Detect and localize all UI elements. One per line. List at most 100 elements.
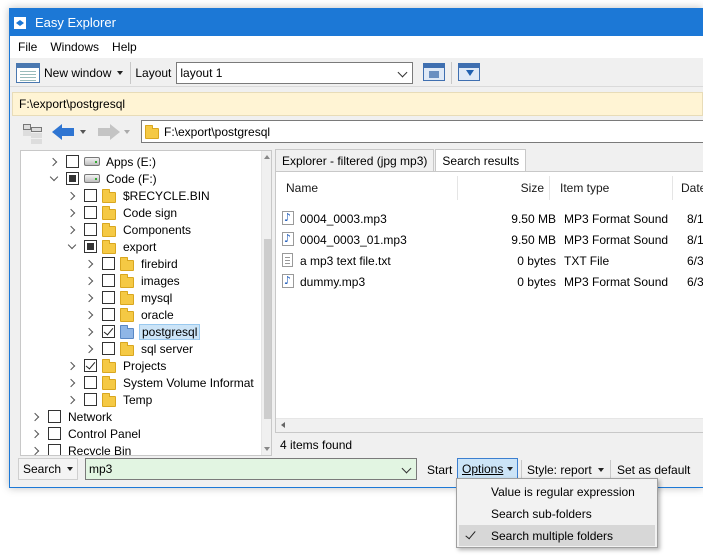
start-search-button[interactable]: Start xyxy=(427,460,452,480)
column-header-type[interactable]: Item type xyxy=(550,176,673,200)
tree-checkbox[interactable] xyxy=(84,376,97,389)
back-arrow-icon[interactable] xyxy=(52,122,76,142)
chevron-down-icon[interactable] xyxy=(67,242,77,252)
address-input[interactable]: F:\export\postgresql xyxy=(141,120,703,143)
chevron-right-icon[interactable] xyxy=(85,344,95,354)
tree-checkbox[interactable] xyxy=(102,274,115,287)
tree-item[interactable]: Temp xyxy=(67,391,154,408)
chevron-right-icon[interactable] xyxy=(31,412,41,422)
tree-checkbox[interactable] xyxy=(48,427,61,440)
menu-item-search-subfolders[interactable]: Search sub-folders xyxy=(459,503,655,524)
back-history-dropdown-icon[interactable] xyxy=(80,130,86,134)
chevron-right-icon[interactable] xyxy=(67,378,77,388)
menu-file[interactable]: File xyxy=(18,40,37,54)
tree-item[interactable]: sql server xyxy=(85,340,195,357)
chevron-right-icon[interactable] xyxy=(67,361,77,371)
tree-checkbox[interactable] xyxy=(102,342,115,355)
tree-item[interactable]: Code sign xyxy=(67,204,179,221)
column-header-name[interactable]: Name xyxy=(280,176,458,200)
layout-select[interactable]: layout 1 xyxy=(176,61,414,84)
tree-checkbox[interactable] xyxy=(84,223,97,236)
title-bar[interactable]: Easy Explorer xyxy=(10,9,703,36)
set-as-default-button[interactable]: Set as default xyxy=(617,460,690,480)
tree-item[interactable]: Apps (E:) xyxy=(49,153,158,170)
chevron-right-icon[interactable] xyxy=(67,225,77,235)
tree-checkbox[interactable] xyxy=(84,359,97,372)
chevron-right-icon[interactable] xyxy=(85,293,95,303)
new-window-dropdown-icon[interactable] xyxy=(117,70,124,75)
menu-item-search-multiple-folders[interactable]: Search multiple folders xyxy=(459,525,655,546)
tree-item[interactable]: System Volume Informat xyxy=(67,374,256,391)
chevron-right-icon[interactable] xyxy=(31,429,41,439)
tree-item[interactable]: export xyxy=(67,238,158,255)
scroll-thumb[interactable] xyxy=(264,239,271,419)
file-list[interactable]: Name Size Item type Date 0004_0003.mp3 9.… xyxy=(275,171,703,433)
style-dropdown-icon xyxy=(597,468,604,472)
menu-item-label: Search multiple folders xyxy=(491,528,614,543)
chevron-right-icon[interactable] xyxy=(85,310,95,320)
tree-checkbox[interactable] xyxy=(84,240,97,253)
tree-item[interactable]: Recycle Bin xyxy=(31,442,133,456)
folder-tree-icon[interactable] xyxy=(22,123,42,141)
tree-item[interactable]: Control Panel xyxy=(31,425,143,442)
chevron-down-icon[interactable] xyxy=(401,463,412,474)
load-layout-button[interactable] xyxy=(456,61,482,85)
tree-checkbox[interactable] xyxy=(48,444,61,455)
tree-item[interactable]: images xyxy=(85,272,182,289)
new-window-button[interactable]: New window xyxy=(13,61,126,85)
chevron-right-icon[interactable] xyxy=(31,446,41,456)
file-row[interactable]: a mp3 text file.txt 0 bytes TXT File 6/30/ xyxy=(280,252,703,271)
tree-item[interactable]: Network xyxy=(31,408,114,425)
menu-windows[interactable]: Windows xyxy=(50,40,99,54)
menu-item-regular-expression[interactable]: Value is regular expression xyxy=(459,481,655,502)
chevron-right-icon[interactable] xyxy=(85,327,95,337)
tree-checkbox[interactable] xyxy=(84,189,97,202)
file-row[interactable]: dummy.mp3 0 bytes MP3 Format Sound 6/30/ xyxy=(280,273,703,292)
search-input[interactable]: mp3 xyxy=(85,458,417,480)
forward-history-dropdown-icon[interactable] xyxy=(124,130,130,134)
tree-item[interactable]: postgresql xyxy=(85,323,201,340)
folder-tree[interactable]: Recycle Bin Control Panel Network Temp Syste… xyxy=(20,150,272,456)
file-row[interactable]: 0004_0003_01.mp3 9.50 MB MP3 Format Sound 8… xyxy=(280,231,703,250)
window-title: Easy Explorer xyxy=(35,15,116,30)
tree-checkbox[interactable] xyxy=(66,155,79,168)
chevron-right-icon[interactable] xyxy=(85,276,95,286)
scroll-up-icon[interactable] xyxy=(264,155,270,159)
tree-checkbox[interactable] xyxy=(102,325,115,338)
save-layout-button[interactable] xyxy=(421,61,447,85)
options-button[interactable]: Options xyxy=(457,458,519,480)
tree-item[interactable]: $RECYCLE.BIN xyxy=(67,187,212,204)
tree-item[interactable]: Code (F:) xyxy=(49,170,159,187)
file-row[interactable]: 0004_0003.mp3 9.50 MB MP3 Format Sound 8/16… xyxy=(280,210,703,229)
forward-arrow-icon[interactable] xyxy=(96,122,120,142)
scroll-left-icon[interactable] xyxy=(281,422,285,428)
tree-item[interactable]: mysql xyxy=(85,289,174,306)
tree-item[interactable]: Projects xyxy=(67,357,168,374)
chevron-right-icon[interactable] xyxy=(49,157,59,167)
tree-scrollbar[interactable] xyxy=(261,151,271,455)
tree-checkbox[interactable] xyxy=(48,410,61,423)
style-button[interactable]: Style: report xyxy=(527,460,604,480)
tree-checkbox[interactable] xyxy=(102,257,115,270)
tree-checkbox[interactable] xyxy=(102,308,115,321)
tree-checkbox[interactable] xyxy=(102,291,115,304)
search-mode-button[interactable]: Search xyxy=(18,458,79,480)
column-header-size[interactable]: Size xyxy=(458,176,550,200)
tab-search-results[interactable]: Search results xyxy=(435,149,527,172)
tree-item[interactable]: oracle xyxy=(85,306,176,323)
column-header-date[interactable]: Date xyxy=(673,176,703,200)
list-horizontal-scrollbar[interactable] xyxy=(276,418,703,432)
scroll-down-icon[interactable] xyxy=(264,447,270,451)
tree-item[interactable]: firebird xyxy=(85,255,180,272)
tab-explorer-filtered[interactable]: Explorer - filtered (jpg mp3) xyxy=(275,149,435,171)
chevron-down-icon[interactable] xyxy=(49,174,59,184)
tree-checkbox[interactable] xyxy=(84,206,97,219)
tree-checkbox[interactable] xyxy=(66,172,79,185)
chevron-right-icon[interactable] xyxy=(67,395,77,405)
menu-help[interactable]: Help xyxy=(112,40,137,54)
chevron-right-icon[interactable] xyxy=(67,208,77,218)
tree-checkbox[interactable] xyxy=(84,393,97,406)
tree-item[interactable]: Components xyxy=(67,221,193,238)
chevron-right-icon[interactable] xyxy=(67,191,77,201)
chevron-right-icon[interactable] xyxy=(85,259,95,269)
